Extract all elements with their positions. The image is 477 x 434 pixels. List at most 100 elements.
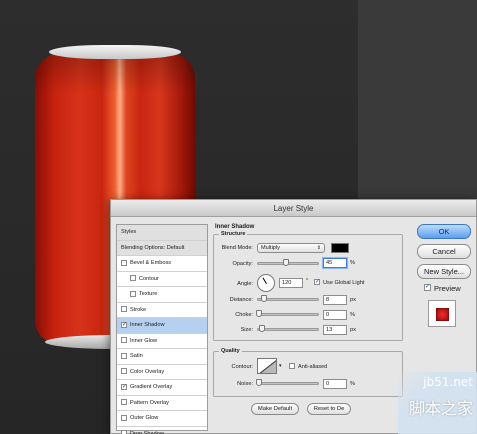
quality-title: Quality (219, 348, 242, 354)
choke-unit: % (350, 312, 355, 318)
distance-slider-thumb[interactable] (261, 295, 267, 302)
choke-slider-thumb[interactable] (256, 310, 262, 317)
angle-label: Angle: (237, 281, 253, 287)
make-default-button[interactable]: Make Default (251, 403, 299, 415)
checkbox-icon[interactable] (121, 306, 127, 313)
checkbox-icon[interactable] (121, 430, 127, 434)
blend-mode-select[interactable]: Multiply ⇕ (257, 243, 325, 253)
linear-contour-icon (259, 360, 276, 373)
structure-title: Structure (219, 231, 248, 237)
distance-slider[interactable] (257, 295, 319, 302)
styles-header[interactable]: Styles (117, 225, 207, 241)
preview-checkbox[interactable] (424, 284, 434, 291)
checkbox-icon (314, 279, 320, 285)
checkbox-icon[interactable] (121, 352, 127, 359)
anti-aliased-checkbox[interactable] (289, 363, 298, 370)
degree-unit: ° (306, 278, 309, 284)
style-item-label: Bevel & Emboss (130, 260, 172, 266)
noise-slider-thumb[interactable] (256, 379, 262, 386)
watermark-url: jb51.net (423, 375, 473, 389)
style-item-inner-glow[interactable]: Inner Glow (117, 334, 207, 349)
style-item-contour[interactable]: Contour (117, 272, 207, 287)
blending-options-item[interactable]: Blending Options: Default (117, 240, 207, 256)
choke-label: Choke: (235, 312, 253, 318)
checkbox-icon (424, 284, 431, 291)
dialog-title: Layer Style (111, 200, 476, 217)
watermark-name: 脚本之家 (408, 399, 473, 418)
style-item-satin[interactable]: Satin (117, 349, 207, 365)
style-item-label: Texture (139, 291, 158, 297)
contour-dropdown-icon[interactable]: ▾ (279, 363, 282, 369)
checkbox-icon[interactable] (121, 399, 127, 406)
style-item-label: Gradient Overlay (130, 384, 173, 390)
panel-title: Inner Shadow (215, 224, 255, 230)
style-item-bevel-emboss[interactable]: Bevel & Emboss (117, 256, 207, 272)
quality-group (213, 351, 403, 397)
style-item-label: Pattern Overlay (130, 399, 169, 406)
blend-mode-label: Blend Mode: (221, 245, 253, 251)
can-shoulder-shade (35, 53, 195, 93)
choke-slider[interactable] (256, 310, 319, 317)
size-slider[interactable] (257, 325, 319, 332)
choke-field[interactable]: 0 (323, 310, 347, 320)
opacity-slider-thumb[interactable] (282, 259, 289, 266)
cancel-button[interactable]: Cancel (417, 244, 471, 259)
noise-slider[interactable] (256, 379, 319, 386)
distance-label: Distance: (229, 297, 253, 303)
style-item-gradient-overlay[interactable]: Gradient Overlay (117, 380, 207, 396)
contour-label: Contour: (231, 364, 253, 370)
checkbox-icon[interactable] (130, 290, 136, 297)
distance-unit: px (350, 297, 356, 303)
style-item-pattern-overlay[interactable]: Pattern Overlay (117, 396, 207, 411)
style-item-label: Satin (130, 353, 143, 359)
new-style-button[interactable]: New Style... (417, 264, 471, 279)
use-global-light-label: Use Global Light (323, 280, 365, 286)
shadow-color-swatch[interactable] (331, 243, 349, 253)
preview-swatch (436, 308, 449, 321)
style-item-label: Stroke (130, 306, 147, 313)
opacity-unit: % (350, 260, 355, 266)
angle-dial-hand (262, 277, 267, 284)
contour-picker[interactable] (257, 358, 277, 374)
angle-field[interactable]: 120 (279, 278, 303, 288)
use-global-light-checkbox[interactable] (314, 279, 323, 286)
opacity-label: Opacity: (232, 261, 253, 267)
size-label: Size: (240, 327, 253, 333)
angle-dial[interactable] (257, 274, 275, 292)
noise-label: Noise: (237, 381, 253, 387)
style-item-label: Outer Glow (130, 415, 159, 421)
reset-to-default-button[interactable]: Reset to De (307, 403, 351, 415)
can-lid (49, 45, 181, 59)
checkbox-icon[interactable] (121, 321, 127, 328)
opacity-field[interactable]: 45 (323, 258, 347, 268)
checkbox-icon[interactable] (121, 337, 127, 344)
style-item-color-overlay[interactable]: Color Overlay (117, 365, 207, 380)
checkbox-icon[interactable] (130, 275, 136, 282)
style-item-drop-shadow[interactable]: Drop Shadow (117, 427, 207, 434)
style-item-label: Contour (139, 275, 159, 282)
distance-field[interactable]: 8 (323, 295, 347, 305)
checkbox-icon[interactable] (121, 259, 127, 266)
ok-button[interactable]: OK (417, 224, 471, 239)
style-preview-thumbnail (428, 300, 456, 327)
style-item-label: Drop Shadow (130, 430, 164, 434)
watermark: jb51.net 脚本之家 (398, 372, 477, 434)
style-item-label: Inner Glow (130, 337, 158, 344)
style-item-texture[interactable]: Texture (117, 287, 207, 303)
preview-label: Preview (434, 284, 461, 293)
style-item-stroke[interactable]: Stroke (117, 303, 207, 318)
style-item-outer-glow[interactable]: Outer Glow (117, 411, 207, 427)
size-field[interactable]: 13 (323, 325, 347, 335)
noise-unit: % (350, 381, 355, 387)
checkbox-icon[interactable] (121, 414, 127, 421)
checkbox-icon (289, 363, 295, 369)
style-item-label: Color Overlay (130, 368, 165, 375)
anti-aliased-label: Anti-aliased (298, 364, 328, 370)
checkbox-icon[interactable] (121, 383, 127, 390)
styles-list: Styles Blending Options: Default Bevel &… (116, 224, 208, 434)
size-slider-thumb[interactable] (259, 325, 265, 332)
checkbox-icon[interactable] (121, 368, 127, 375)
noise-field[interactable]: 0 (323, 379, 347, 389)
opacity-slider[interactable] (257, 259, 319, 266)
style-item-inner-shadow[interactable]: Inner Shadow (117, 318, 207, 334)
